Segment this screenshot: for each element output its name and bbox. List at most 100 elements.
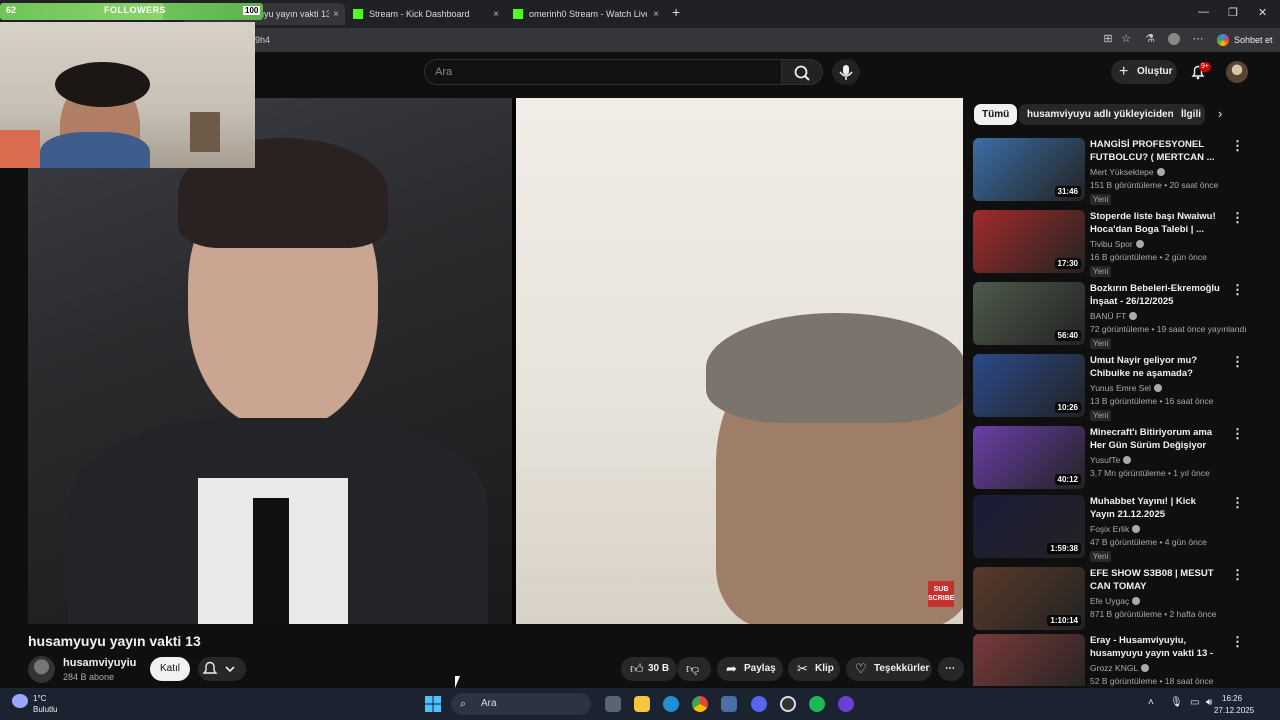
channel-name[interactable]: husamviyuyiu bbox=[63, 657, 136, 669]
chat-button[interactable]: Sohbet et bbox=[1214, 31, 1279, 49]
extensions-icon[interactable]: ⚗ bbox=[1144, 33, 1156, 45]
more-options-icon[interactable]: ⋮ bbox=[1231, 426, 1244, 442]
network-icon[interactable]: ▭ bbox=[1190, 697, 1199, 708]
search-input[interactable]: Ara bbox=[424, 59, 782, 85]
tab-kick-stream[interactable]: omerinh0 Stream - Watch Live on × bbox=[505, 3, 665, 25]
close-tab-icon[interactable]: × bbox=[333, 9, 339, 20]
recommended-video[interactable]: 40:12 Minecraft'ı Bitiriyorum ama Her Gün… bbox=[973, 426, 1253, 492]
install-app-icon[interactable]: ⊞ bbox=[1102, 33, 1114, 45]
clock-time[interactable]: 16:26 bbox=[1222, 694, 1242, 703]
spotify-icon[interactable] bbox=[809, 696, 825, 712]
weather-description[interactable]: Bulutlu bbox=[33, 705, 57, 714]
close-tab-icon[interactable]: × bbox=[653, 9, 659, 20]
bookmark-star-icon[interactable]: ☆ bbox=[1120, 33, 1132, 45]
recommended-video-meta: 72 görüntüleme • 19 saat önce yayınlandı bbox=[1090, 324, 1247, 334]
recommended-video[interactable]: 17:30 Stoperde liste başı Nwaiwu! Hoca'da… bbox=[973, 210, 1253, 277]
taskbar-search[interactable]: ⌕ Ara bbox=[451, 693, 591, 715]
share-button[interactable]: ➦ Paylaş bbox=[717, 657, 783, 681]
obs-icon[interactable] bbox=[780, 696, 796, 712]
video-thumbnail[interactable]: 1:59:38 bbox=[973, 495, 1085, 558]
video-thumbnail[interactable]: 17:30 bbox=[973, 210, 1085, 273]
create-button[interactable]: + Oluştur bbox=[1111, 60, 1177, 84]
dislike-button[interactable]: 👎︎ bbox=[677, 657, 711, 681]
recommended-video-title[interactable]: HANGİSİ PROFESYONEL FUTBOLCU? ( MERTCAN … bbox=[1090, 138, 1220, 164]
clip-button[interactable]: ✂ Klip bbox=[788, 657, 840, 681]
video-thumbnail[interactable] bbox=[973, 634, 1085, 686]
recommended-video[interactable]: 1:10:14 EFE SHOW S3B08 | MESUT CAN TOMAY E… bbox=[973, 567, 1253, 633]
video-player[interactable]: SUB SCRIBE bbox=[28, 98, 963, 624]
like-button[interactable]: 👍︎ 30 B bbox=[621, 657, 677, 681]
windows-start-icon[interactable] bbox=[424, 695, 442, 713]
chevron-up-icon[interactable]: ˄ bbox=[1148, 697, 1154, 708]
chip-related[interactable]: İlgili bbox=[1173, 104, 1205, 125]
recommended-video-title[interactable]: EFE SHOW S3B08 | MESUT CAN TOMAY bbox=[1090, 567, 1220, 593]
discord-icon[interactable] bbox=[751, 696, 767, 712]
more-options-icon[interactable]: ⋮ bbox=[1231, 634, 1244, 650]
task-view-icon[interactable] bbox=[605, 696, 621, 712]
voice-search-button[interactable] bbox=[832, 59, 860, 85]
recommended-channel-name[interactable]: BANÜ FT bbox=[1090, 311, 1138, 321]
profile-icon[interactable] bbox=[1168, 33, 1180, 45]
minimize-button[interactable]: — bbox=[1198, 6, 1209, 18]
subscription-bell-button[interactable] bbox=[198, 657, 246, 681]
recommended-video-title[interactable]: Stoperde liste başı Nwaiwu! Hoca'dan Bog… bbox=[1090, 210, 1220, 236]
recommended-channel-name[interactable]: Yunus Emre Sel bbox=[1090, 383, 1162, 393]
video-thumbnail[interactable]: 31:46 bbox=[973, 138, 1085, 201]
recommended-channel-name[interactable]: Mert Yüksektepe bbox=[1090, 167, 1165, 177]
volume-icon[interactable]: 🔊︎ bbox=[1206, 697, 1212, 708]
more-options-icon[interactable]: ⋮ bbox=[1231, 495, 1244, 511]
search-button[interactable] bbox=[781, 59, 823, 85]
more-options-icon[interactable]: ⋮ bbox=[1231, 282, 1244, 298]
more-options-icon[interactable]: ⋮ bbox=[1231, 567, 1244, 583]
app-icon[interactable] bbox=[838, 696, 854, 712]
recommended-channel-name[interactable]: Efe Uygaç bbox=[1090, 596, 1141, 606]
video-title: husamyuyu yayın vakti 13 bbox=[28, 633, 201, 649]
recommended-video-title[interactable]: Muhabbet Yayını! | Kick Yayın 21.12.2025 bbox=[1090, 495, 1220, 521]
recommended-video-title[interactable]: Eray - Husamviyuyiu, husamyuyu yayın vak… bbox=[1090, 634, 1220, 660]
recommended-video[interactable]: 1:59:38 Muhabbet Yayını! | Kick Yayın 21.… bbox=[973, 495, 1253, 562]
join-button[interactable]: Katıl bbox=[150, 657, 190, 681]
recommended-video[interactable]: 31:46 HANGİSİ PROFESYONEL FUTBOLCU? ( MER… bbox=[973, 138, 1253, 205]
more-options-icon[interactable]: ⋮ bbox=[1231, 138, 1244, 154]
recommended-video[interactable]: 10:26 Umut Nayir geliyor mu? Chibuike ne … bbox=[973, 354, 1253, 421]
maximize-button[interactable]: ❐ bbox=[1228, 6, 1238, 19]
more-actions-button[interactable]: ⋯ bbox=[938, 657, 964, 681]
recommended-channel-name[interactable]: YusufTe bbox=[1090, 455, 1132, 465]
channel-avatar[interactable] bbox=[28, 656, 55, 683]
app-icon[interactable] bbox=[721, 696, 737, 712]
mic-icon[interactable]: 🎙︎ bbox=[1170, 697, 1183, 708]
video-thumbnail[interactable]: 10:26 bbox=[973, 354, 1085, 417]
chip-from-uploader[interactable]: husamviyuyu adlı yükleyiciden bbox=[1019, 104, 1182, 125]
close-window-button[interactable]: ✕ bbox=[1258, 6, 1267, 19]
subscribe-watermark[interactable]: SUB SCRIBE bbox=[928, 581, 954, 607]
recommended-video[interactable]: 56:40 Bozkırın Bebeleri-Ekremoğlu İnşaat … bbox=[973, 282, 1253, 349]
recommended-video-title[interactable]: Minecraft'ı Bitiriyorum ama Her Gün Sürü… bbox=[1090, 426, 1220, 452]
recommended-video-title[interactable]: Bozkırın Bebeleri-Ekremoğlu İnşaat - 26/… bbox=[1090, 282, 1220, 308]
close-tab-icon[interactable]: × bbox=[493, 9, 499, 20]
chevron-right-icon[interactable]: › bbox=[1218, 106, 1222, 121]
recommended-video-title[interactable]: Umut Nayir geliyor mu? Chibuike ne aşama… bbox=[1090, 354, 1220, 380]
chrome-icon[interactable] bbox=[692, 696, 708, 712]
chip-all[interactable]: Tümü bbox=[974, 104, 1018, 125]
edge-icon[interactable] bbox=[663, 696, 679, 712]
weather-icon[interactable] bbox=[12, 694, 28, 708]
menu-icon[interactable]: ⋯ bbox=[1192, 33, 1204, 45]
new-tab-button[interactable]: + bbox=[672, 4, 680, 20]
address-bar[interactable]: 09h4 bbox=[250, 32, 1090, 48]
video-thumbnail[interactable]: 1:10:14 bbox=[973, 567, 1085, 630]
recommended-channel-name[interactable]: Tivibu Spor bbox=[1090, 239, 1144, 249]
more-options-icon[interactable]: ⋮ bbox=[1231, 210, 1244, 226]
clock-date[interactable]: 27.12.2025 bbox=[1214, 706, 1254, 715]
thanks-button[interactable]: ♡ Teşekkürler bbox=[846, 657, 932, 681]
file-explorer-icon[interactable] bbox=[634, 696, 650, 712]
recommended-video[interactable]: Eray - Husamviyuyiu, husamyuyu yayın vak… bbox=[973, 634, 1253, 686]
tab-kick-dashboard[interactable]: Stream - Kick Dashboard × bbox=[345, 3, 505, 25]
recommended-channel-name[interactable]: Grozz KNGL bbox=[1090, 663, 1150, 673]
weather-temperature[interactable]: 1°C bbox=[33, 694, 46, 703]
notification-count-badge: 9+ bbox=[1199, 62, 1211, 72]
more-options-icon[interactable]: ⋮ bbox=[1231, 354, 1244, 370]
video-thumbnail[interactable]: 40:12 bbox=[973, 426, 1085, 489]
account-avatar[interactable] bbox=[1226, 61, 1248, 83]
video-thumbnail[interactable]: 56:40 bbox=[973, 282, 1085, 345]
recommended-channel-name[interactable]: Foşix Erlik bbox=[1090, 524, 1141, 534]
